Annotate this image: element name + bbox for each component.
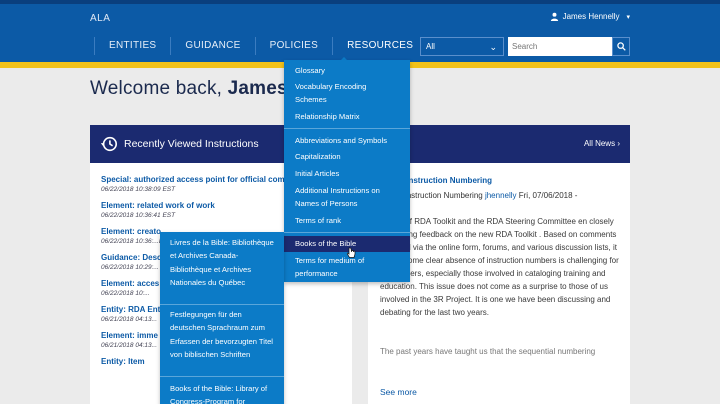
submenu-item-bac-banq[interactable]: Livres de la Bible: Bibliothèque et Arch…: [170, 236, 278, 290]
menu-item-abbreviations[interactable]: Abbreviations and Symbols: [284, 134, 410, 147]
chevron-down-icon: ▾: [626, 13, 630, 21]
recent-panel-title: Recently Viewed Instructions: [124, 138, 259, 150]
user-name: James Hennelly: [562, 12, 620, 21]
menu-item-relationship-matrix[interactable]: Relationship Matrix: [284, 110, 410, 123]
search-button[interactable]: [612, 37, 630, 56]
submenu-item-german[interactable]: Festlegungen für den deutschen Sprachrau…: [170, 308, 278, 362]
menu-item-initial-articles[interactable]: Initial Articles: [284, 167, 410, 180]
cursor-pointer-icon: [346, 247, 356, 258]
search-scope-select[interactable]: All ⌄: [420, 37, 504, 56]
submenu-divider: [160, 376, 284, 377]
welcome-prefix: Welcome back,: [90, 78, 228, 99]
user-menu[interactable]: James Hennelly ▾: [550, 12, 630, 21]
news-body: lishers of RDA Toolkit and the RDA Steer…: [380, 217, 619, 317]
all-news-link[interactable]: All News ›: [584, 139, 620, 148]
history-icon: [100, 136, 118, 152]
books-of-bible-submenu: Livres de la Bible: Bibliothèque et Arch…: [160, 232, 284, 404]
nav-guidance[interactable]: GUIDANCE: [171, 37, 256, 55]
top-stripe: [0, 0, 720, 4]
user-icon: [550, 12, 558, 21]
menu-divider: [284, 128, 410, 129]
nav-policies[interactable]: POLICIES: [256, 37, 334, 55]
main-nav: ENTITIES GUIDANCE POLICIES RESOURCES: [94, 37, 429, 57]
search-input[interactable]: [508, 37, 612, 56]
brand-label[interactable]: ALA: [90, 13, 110, 24]
search-icon: [616, 42, 626, 51]
see-more-link[interactable]: See more: [380, 387, 417, 397]
news-date: Fri, 07/06/2018 -: [516, 191, 578, 200]
submenu-divider: [160, 304, 284, 305]
search-scope-value: All: [426, 42, 435, 51]
welcome-heading: Welcome back, James H: [90, 78, 307, 100]
nav-resources[interactable]: RESOURCES: [333, 37, 429, 55]
chevron-right-icon: ›: [617, 139, 620, 148]
all-news-label: All News: [583, 139, 616, 148]
menu-divider: [284, 232, 410, 233]
menu-item-glossary[interactable]: Glossary: [284, 64, 410, 77]
menu-item-capitalization[interactable]: Capitalization: [284, 150, 410, 163]
submenu-item-loc-pcc[interactable]: Books of the Bible: Library of Congress-…: [170, 382, 278, 404]
news-body-faded: The past years have taught us that the s…: [380, 347, 596, 356]
news-author-link[interactable]: jhennelly: [485, 191, 517, 200]
nav-entities[interactable]: ENTITIES: [94, 37, 172, 55]
menu-item-vocabulary-encoding-schemes[interactable]: Vocabulary Encoding Schemes: [284, 80, 410, 106]
menu-item-names-of-persons[interactable]: Additional Instructions on Names of Pers…: [284, 184, 410, 210]
top-bar: ALA James Hennelly ▾ ENTITIES GUIDANCE P…: [0, 0, 720, 62]
menu-item-terms-of-rank[interactable]: Terms of rank: [284, 214, 410, 227]
chevron-down-icon: ⌄: [489, 42, 497, 52]
